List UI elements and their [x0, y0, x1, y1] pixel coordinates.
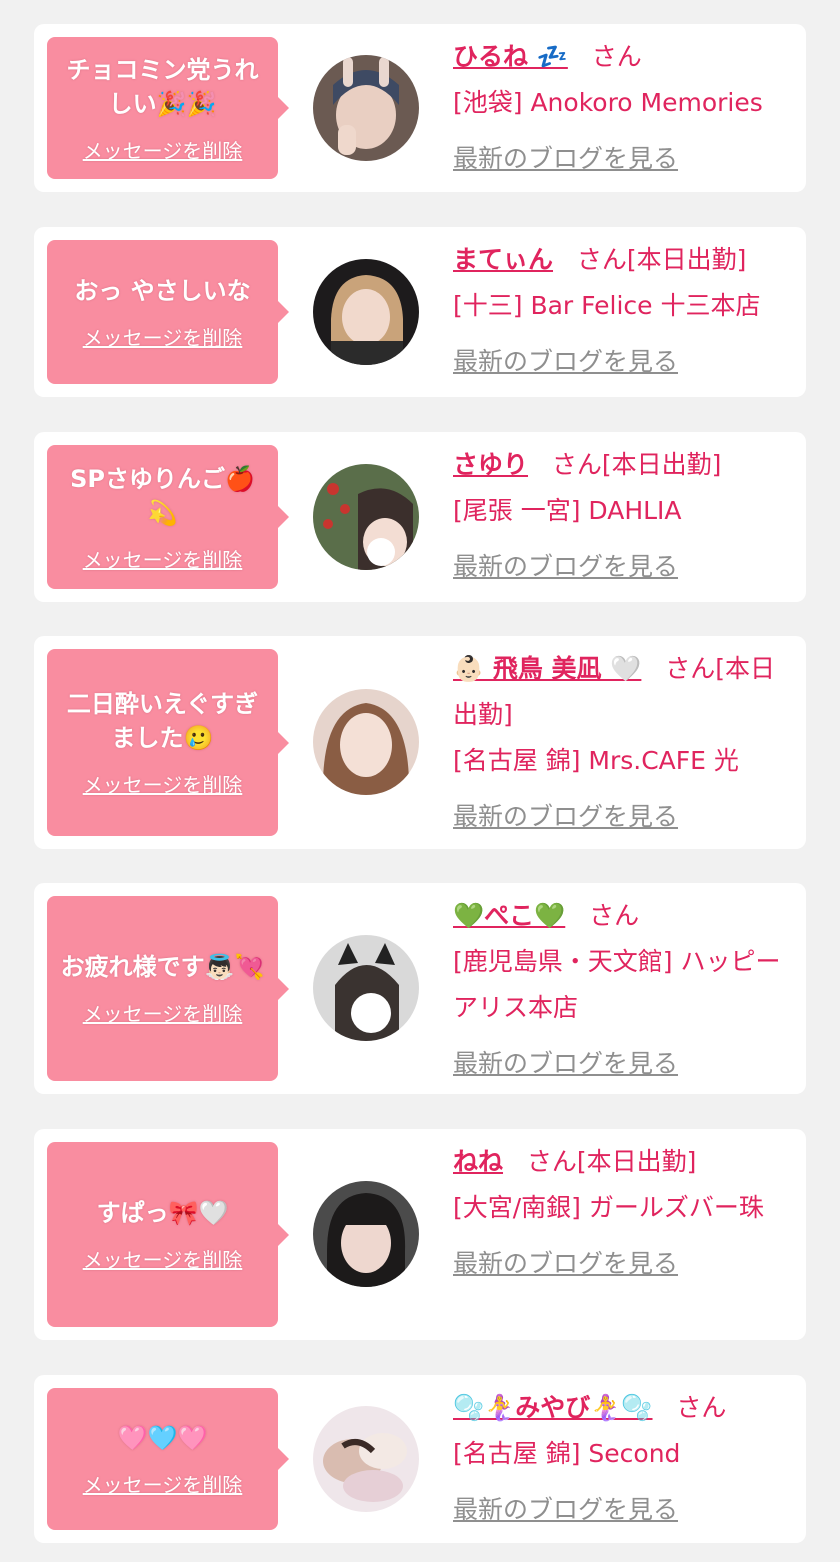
message-text: チョコミン党うれしい🎉🎉: [66, 55, 259, 118]
avatar[interactable]: [313, 55, 419, 161]
message-card: チョコミン党うれしい🎉🎉 メッセージを削除 ひるね 💤 さん [池袋] Anok…: [34, 24, 806, 192]
delete-message-link[interactable]: メッセージを削除: [83, 544, 243, 573]
latest-blog-link[interactable]: 最新のブログを見る: [453, 1241, 788, 1287]
avatar[interactable]: [313, 464, 419, 570]
cast-info: ひるね 💤 さん [池袋] Anokoro Memories 最新のブログを見る: [453, 34, 788, 182]
message-bubble: おっ やさしいな メッセージを削除: [47, 240, 289, 384]
message-text: SPさゆりんご🍎💫: [70, 464, 255, 527]
cast-name-link[interactable]: ひるね 💤: [453, 42, 568, 71]
cast-info: 👶🏻 飛鳥 美凪 🤍 さん[本日出勤] [名古屋 錦] Mrs.CAFE 光 最…: [453, 646, 788, 840]
avatar[interactable]: [313, 689, 419, 795]
shop-name: [名古屋 錦] Mrs.CAFE 光: [453, 746, 739, 775]
latest-blog-link[interactable]: 最新のブログを見る: [453, 1487, 788, 1533]
cast-info: まてぃん さん[本日出勤] [十三] Bar Felice 十三本店 最新のブロ…: [453, 237, 788, 385]
message-bubble: チョコミン党うれしい🎉🎉 メッセージを削除: [47, 37, 289, 179]
shop-name: [大宮/南銀] ガールズバー珠: [453, 1193, 764, 1222]
delete-message-link[interactable]: メッセージを削除: [83, 1244, 243, 1273]
cast-name-line: 👶🏻 飛鳥 美凪 🤍 さん[本日出勤]: [453, 646, 788, 738]
delete-message-link[interactable]: メッセージを削除: [83, 998, 243, 1027]
cast-info: 🫧🧜‍♀️みやび🧜‍♀️🫧 さん [名古屋 錦] Second 最新のブログを見…: [453, 1385, 788, 1533]
message-bubble: 🩷🩵🩷 メッセージを削除: [47, 1388, 289, 1530]
message-bubble: すぱっ🎀🤍 メッセージを削除: [47, 1142, 289, 1327]
cast-name-link[interactable]: さゆり: [453, 450, 528, 479]
cast-name-line: 💚ぺこ💚 さん: [453, 893, 788, 939]
cast-info: さゆり さん[本日出勤] [尾張 一宮] DAHLIA 最新のブログを見る: [453, 442, 788, 590]
avatar[interactable]: [313, 1181, 419, 1287]
message-text: 二日酔いえぐすぎました🥲: [66, 690, 259, 752]
cast-status: さん: [676, 1393, 727, 1422]
cast-status: さん: [591, 42, 642, 71]
cast-info: 💚ぺこ💚 さん [鹿児島県・天文館] ハッピーアリス本店 最新のブログを見る: [453, 893, 788, 1087]
cast-status: さん[本日出勤]: [526, 1147, 697, 1176]
cast-status: さん: [589, 901, 640, 930]
message-text: お疲れ様です👼🏻💘: [60, 953, 265, 981]
cast-name-link[interactable]: 💚ぺこ💚: [453, 901, 565, 930]
latest-blog-link[interactable]: 最新のブログを見る: [453, 544, 788, 590]
cast-status: さん[本日出勤]: [551, 450, 722, 479]
avatar[interactable]: [313, 1406, 419, 1512]
cast-name-line: まてぃん さん[本日出勤]: [453, 237, 788, 283]
delete-message-link[interactable]: メッセージを削除: [83, 769, 243, 798]
message-text: 🩷🩵🩷: [117, 1423, 208, 1452]
shop-name: [名古屋 錦] Second: [453, 1439, 681, 1468]
cast-status: さん[本日出勤]: [576, 245, 747, 274]
latest-blog-link[interactable]: 最新のブログを見る: [453, 339, 788, 385]
shop-name: [十三] Bar Felice 十三本店: [453, 291, 761, 320]
cast-name-line: ねね さん[本日出勤]: [453, 1139, 788, 1185]
message-text: おっ やさしいな: [74, 276, 251, 305]
latest-blog-link[interactable]: 最新のブログを見る: [453, 794, 788, 840]
message-bubble: お疲れ様です👼🏻💘 メッセージを削除: [47, 896, 289, 1081]
cast-name-line: ひるね 💤 さん: [453, 34, 788, 80]
message-card: 🩷🩵🩷 メッセージを削除 🫧🧜‍♀️みやび🧜‍♀️🫧 さん [名古屋 錦] Se…: [34, 1375, 806, 1543]
message-list: チョコミン党うれしい🎉🎉 メッセージを削除 ひるね 💤 さん [池袋] Anok…: [0, 0, 840, 1562]
cast-name-line: さゆり さん[本日出勤]: [453, 442, 788, 488]
shop-name: [尾張 一宮] DAHLIA: [453, 496, 682, 525]
cast-info: ねね さん[本日出勤] [大宮/南銀] ガールズバー珠 最新のブログを見る: [453, 1139, 788, 1287]
message-bubble: 二日酔いえぐすぎました🥲 メッセージを削除: [47, 649, 289, 836]
message-card: すぱっ🎀🤍 メッセージを削除 ねね さん[本日出勤] [大宮/南銀] ガールズバ…: [34, 1129, 806, 1340]
cast-name-link[interactable]: 🫧🧜‍♀️みやび🧜‍♀️🫧: [453, 1393, 653, 1422]
cast-name-link[interactable]: ねね: [453, 1147, 503, 1176]
latest-blog-link[interactable]: 最新のブログを見る: [453, 1041, 788, 1087]
cast-name-link[interactable]: 👶🏻 飛鳥 美凪 🤍: [453, 654, 641, 683]
delete-message-link[interactable]: メッセージを削除: [83, 135, 243, 164]
message-bubble: SPさゆりんご🍎💫 メッセージを削除: [47, 445, 289, 589]
delete-message-link[interactable]: メッセージを削除: [83, 322, 243, 351]
message-card: おっ やさしいな メッセージを削除 まてぃん さん[本日出勤] [十三] Bar…: [34, 227, 806, 397]
message-card: SPさゆりんご🍎💫 メッセージを削除 さゆり さん[本日出勤] [尾張 一宮] …: [34, 432, 806, 602]
message-text: すぱっ🎀🤍: [96, 1199, 229, 1227]
shop-name: [池袋] Anokoro Memories: [453, 88, 763, 117]
shop-name: [鹿児島県・天文館] ハッピーアリス本店: [453, 947, 781, 1022]
avatar[interactable]: [313, 259, 419, 365]
cast-name-link[interactable]: まてぃん: [453, 245, 553, 274]
delete-message-link[interactable]: メッセージを削除: [83, 1469, 243, 1498]
message-card: お疲れ様です👼🏻💘 メッセージを削除 💚ぺこ💚 さん [鹿児島県・天文館] ハッ…: [34, 883, 806, 1094]
message-card: 二日酔いえぐすぎました🥲 メッセージを削除 👶🏻 飛鳥 美凪 🤍 さん[本日出勤…: [34, 636, 806, 849]
latest-blog-link[interactable]: 最新のブログを見る: [453, 136, 788, 182]
cast-name-line: 🫧🧜‍♀️みやび🧜‍♀️🫧 さん: [453, 1385, 788, 1431]
avatar[interactable]: [313, 935, 419, 1041]
